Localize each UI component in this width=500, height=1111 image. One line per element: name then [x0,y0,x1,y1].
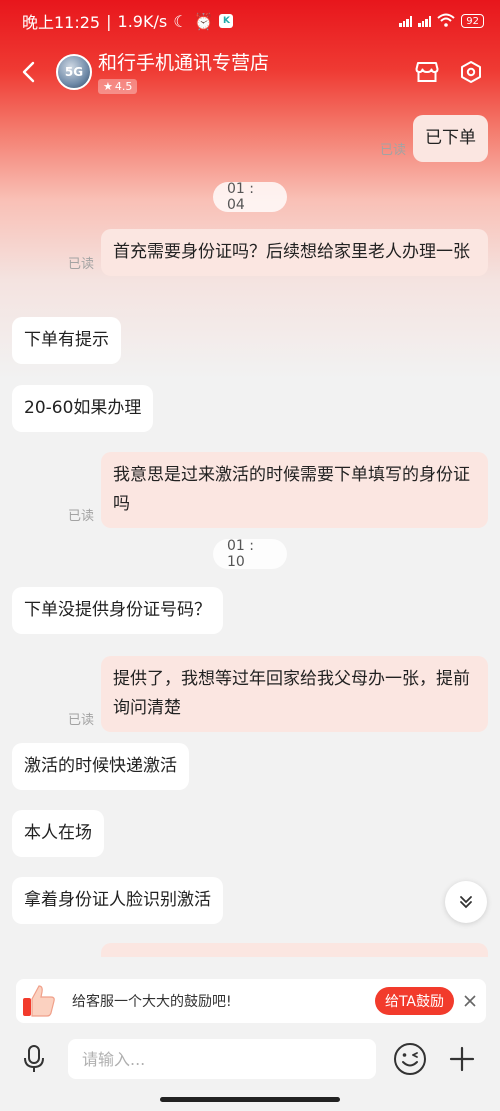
thumbs-up-icon [16,979,62,1023]
message-bubble[interactable]: 我意思是过来激活的时候需要下单填写的身份证吗 [101,452,488,528]
voice-button[interactable] [14,1039,54,1079]
message-bubble[interactable]: 激活的时候快递激活 [12,743,189,790]
timestamp: 01 : 04 [213,181,287,213]
plus-icon [449,1046,475,1072]
message-bubble[interactable]: 本人在场 [12,810,104,857]
message-out: 已读 已下单 [380,115,488,162]
read-receipt: 已读 [379,143,406,158]
message-bubble[interactable]: 拿着身份证人脸识别激活 [12,877,223,924]
read-receipt: 已读 [67,713,94,728]
network-speed: 1.9K/s [117,11,168,31]
read-receipt: 已读 [67,509,94,524]
battery-icon: 92 [461,14,484,28]
message-in: 拿着身份证人脸识别激活 [12,877,223,924]
message-bubble[interactable]: 首充需要身份证吗？后续想给家里老人办理一张 [101,229,488,276]
store-name: 和行手机通讯专营店 [98,51,270,74]
encourage-banner: 给客服一个大大的鼓励吧! 给TA鼓励 [16,979,486,1023]
emoji-wink-icon [394,1043,426,1075]
back-button[interactable] [0,46,56,98]
app-notification-icon: K [219,14,234,28]
alarm-icon: ⏰ [193,11,214,31]
moon-icon: ☾ [173,11,188,31]
read-receipt: 已读 [67,257,94,272]
hexagon-settings-icon [461,61,481,83]
encourage-text: 给客服一个大大的鼓励吧! [72,994,232,1010]
message-in: 本人在场 [12,810,104,857]
message-out: 已读 提供了，我想等过年回家给我父母办一张，提前询问清楚 [68,656,488,732]
message-bubble[interactable]: 提供了，我想等过年回家给我父母办一张，提前询问清楚 [101,656,488,732]
microphone-icon [24,1045,44,1072]
message-out: 已读 我意思是过来激活的时候需要下单填写的身份证吗 [68,452,488,528]
message-bubble[interactable]: 下单有提示 [12,317,121,364]
settings-button[interactable] [456,57,486,87]
scroll-to-bottom-button[interactable] [445,881,487,923]
rating-badge: ★ 4.5 [98,78,138,94]
store-info[interactable]: 和行手机通讯专营店 ★ 4.5 [98,51,269,94]
star-icon: ★ [103,79,113,93]
message-input[interactable] [68,1039,376,1079]
signal-icon [399,15,413,27]
close-icon [464,995,476,1007]
signal-icon-2 [418,15,432,27]
wifi-icon [437,13,455,30]
message-bubble[interactable]: 20-60如果办理 [12,385,154,432]
double-chevron-down-icon [460,896,472,909]
timestamp: 01 : 10 [213,538,287,570]
home-indicator[interactable] [160,1097,340,1102]
close-button[interactable] [454,995,486,1007]
rating-value: 4.5 [114,79,133,93]
store-avatar[interactable]: 5G [56,54,92,90]
message-in: 下单没提供身份证号码？ [12,587,223,634]
store-button[interactable] [412,57,442,87]
emoji-button[interactable] [390,1039,430,1079]
input-bar [0,1031,500,1087]
message-in: 20-60如果办理 [12,385,154,432]
chevron-left-icon [22,61,35,83]
message-bubble[interactable]: 已下单 [413,115,488,162]
status-time: 晚上11:25 [22,13,101,32]
encourage-button[interactable]: 给TA鼓励 [374,987,454,1015]
message-in: 下单有提示 [12,317,121,364]
store-icon [415,62,439,82]
status-bar: 晚上11:25 | 1.9K/s ☾ ⏰ K 92 [0,0,500,42]
chat-header: 5G 和行手机通讯专营店 ★ 4.5 [0,46,500,98]
more-button[interactable] [442,1039,482,1079]
message-bubble[interactable]: 下单没提供身份证号码？ [12,587,223,634]
message-in: 激活的时候快递激活 [12,743,189,790]
message-out: 已读 首充需要身份证吗？后续想给家里老人办理一张 [68,229,488,276]
message-bubble-partial [101,943,488,957]
